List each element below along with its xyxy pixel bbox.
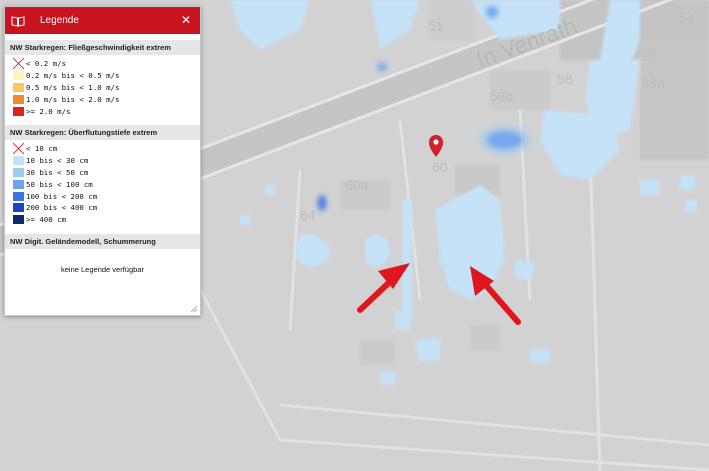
no-legend-note: keine Legende verfügbar — [61, 264, 144, 274]
legend-item-label: 100 bis < 200 cm — [26, 191, 98, 201]
legend-item: >= 2.0 m/s — [13, 105, 200, 117]
legend-swatch — [13, 179, 24, 189]
legend-item-label: < 0.2 m/s — [26, 59, 67, 69]
legend-header[interactable]: Legende ✕ — [5, 7, 200, 34]
legend-item: 0.5 m/s bis < 1.0 m/s — [13, 82, 200, 94]
house-number: 60 — [432, 159, 448, 175]
house-number: 64 — [300, 207, 316, 223]
legend-item-label: >= 2.0 m/s — [26, 106, 71, 116]
legend-item-label: 10 bis < 30 cm — [26, 156, 89, 166]
legend-item: < 10 cm — [13, 143, 200, 155]
no-value-cross-icon — [13, 143, 24, 155]
legend-item-label: 1.0 m/s bis < 2.0 m/s — [26, 94, 120, 104]
house-number: 54 — [679, 10, 695, 26]
house-number: 51 — [428, 18, 444, 34]
legend-item-label: 30 bis < 50 cm — [26, 167, 89, 177]
legend-item: 50 bis < 100 cm — [13, 178, 200, 190]
legend-item: 1.0 m/s bis < 2.0 m/s — [13, 93, 200, 105]
legend-item: 0.2 m/s bis < 0.5 m/s — [13, 70, 200, 82]
book-icon — [11, 15, 25, 27]
legend-swatch — [13, 71, 24, 81]
flow-speed-legend: < 0.2 m/s 0.2 m/s bis < 0.5 m/s 0.5 m/s bi… — [5, 55, 200, 119]
section-heading-flood-depth: NW Starkregen: Überflutungstiefe extrem — [5, 124, 200, 140]
legend-item-label: 50 bis < 100 cm — [26, 179, 93, 189]
legend-swatch — [13, 203, 24, 213]
legend-item-label: >= 400 cm — [26, 215, 67, 225]
no-value-cross-icon — [13, 58, 24, 70]
legend-item-label: 0.2 m/s bis < 0.5 m/s — [26, 71, 120, 81]
legend-swatch — [13, 191, 24, 201]
house-number: 60a — [345, 177, 369, 193]
legend-title: Legende — [40, 15, 79, 26]
legend-item-label: 200 bis < 400 cm — [26, 203, 98, 213]
section-heading-flow-speed: NW Starkregen: Fließgeschwindigkeit extr… — [5, 40, 200, 55]
legend-item: 30 bis < 50 cm — [13, 167, 200, 179]
legend-swatch — [13, 106, 24, 116]
legend-item: >= 400 cm — [13, 214, 200, 226]
house-number: 58b — [490, 88, 514, 104]
legend-item: 100 bis < 200 cm — [13, 190, 200, 202]
flood-depth-legend: < 10 cm 10 bis < 30 cm 30 bis < 50 cm 50 bi… — [5, 140, 200, 228]
legend-panel[interactable]: Legende ✕ NW Starkregen: Fließgeschwindi… — [4, 6, 201, 316]
house-number: 58 — [557, 71, 573, 87]
legend-swatch — [13, 94, 24, 104]
legend-item: < 0.2 m/s — [13, 58, 200, 70]
legend-item: 10 bis < 30 cm — [13, 155, 200, 167]
house-number: 56a — [641, 75, 665, 91]
legend-swatch — [13, 167, 24, 177]
legend-item-label: 0.5 m/s bis < 1.0 m/s — [26, 82, 120, 92]
legend-item-label: < 10 cm — [26, 144, 58, 154]
legend-swatch — [13, 82, 24, 92]
house-number: 56 — [640, 44, 656, 60]
close-icon[interactable]: ✕ — [181, 13, 191, 27]
resize-grip-icon[interactable] — [190, 305, 197, 312]
legend-swatch — [13, 156, 24, 166]
legend-item: 200 bis < 400 cm — [13, 202, 200, 214]
section-heading-terrain-model: NW Digit. Geländemodell, Schummerung — [5, 233, 200, 249]
legend-swatch — [13, 215, 24, 225]
